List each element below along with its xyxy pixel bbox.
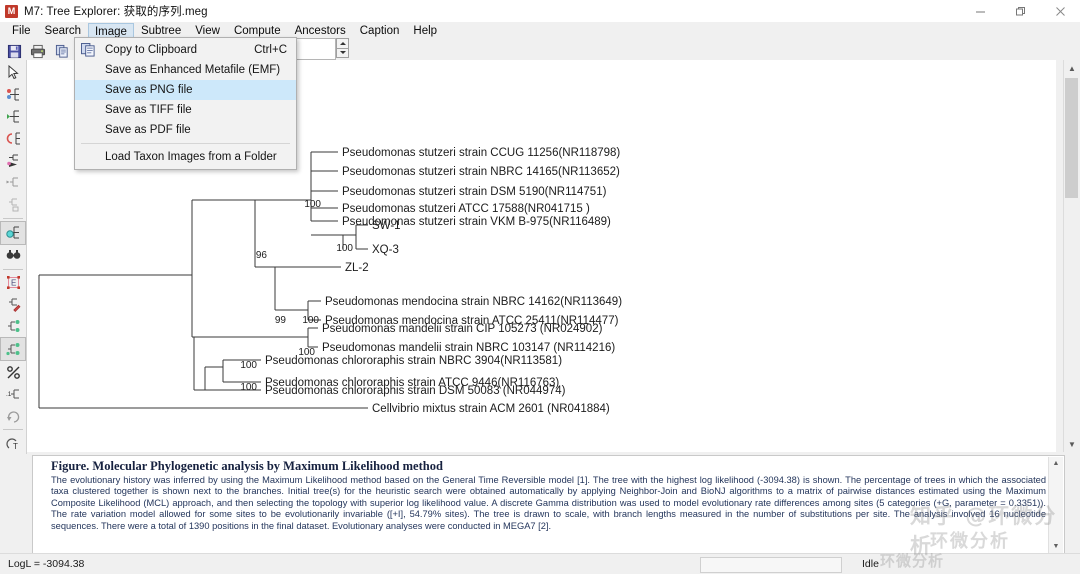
taxon-label[interactable]: Pseudomonas stutzeri strain DSM 5190(NR1… <box>342 186 607 198</box>
menu-item-label: Save as PDF file <box>105 124 191 136</box>
menu-item-save-as-pdf[interactable]: Save as PDF file <box>75 120 296 140</box>
branch-style-tool[interactable] <box>1 315 25 337</box>
caption-pane: Figure. Molecular Phylogenetic analysis … <box>32 455 1065 555</box>
canvas-vertical-scrollbar[interactable]: ▲ ▼ <box>1063 60 1080 452</box>
taxon-label[interactable]: Pseudomonas chlororaphis strain DSM 5008… <box>265 385 566 397</box>
compress-subtree-tool[interactable] <box>1 150 25 172</box>
taxon-label[interactable]: ZL-2 <box>345 262 369 274</box>
maximize-button[interactable] <box>1000 0 1040 22</box>
scrollbar-thumb[interactable] <box>1065 78 1078 198</box>
sidebar-separator-3 <box>3 429 23 431</box>
menu-item-shortcut: Ctrl+C <box>254 44 287 56</box>
menu-separator <box>81 143 290 144</box>
spinner-down-button[interactable] <box>336 47 349 58</box>
edit-box-tool[interactable]: E <box>1 271 25 293</box>
bootstrap-value: 100 <box>304 199 321 210</box>
menu-file[interactable]: File <box>5 22 38 40</box>
svg-text:E: E <box>11 278 16 287</box>
menu-item-load-taxon-images[interactable]: Load Taxon Images from a Folder <box>75 147 296 167</box>
taxon-label[interactable]: Pseudomonas mandelii strain CIP 105273 (… <box>322 323 603 335</box>
menu-help[interactable]: Help <box>406 22 444 40</box>
svg-text:T: T <box>13 442 18 451</box>
window-controls <box>960 0 1080 22</box>
taxon-label[interactable]: Pseudomonas stutzeri strain NBRC 14165(N… <box>342 166 620 178</box>
chevron-up-icon <box>339 41 346 45</box>
taxon-label[interactable]: Pseudomonas stutzeri strain CCUG 11256(N… <box>342 147 620 159</box>
caption-scrollbar[interactable]: ▲ ▼ <box>1048 457 1063 553</box>
bootstrap-value: 100 <box>336 243 353 254</box>
copy-icon <box>81 43 96 57</box>
save-icon[interactable] <box>3 41 25 61</box>
app-icon: M <box>5 4 18 18</box>
taxon-label[interactable]: Pseudomonas mandelii strain NBRC 103147 … <box>322 342 615 354</box>
edit-labels-tool[interactable] <box>1 293 25 315</box>
chevron-down-icon <box>339 51 346 55</box>
find-tool[interactable] <box>1 245 25 267</box>
status-bar: LogL = -3094.38 Idle <box>0 553 1080 574</box>
taxon-label[interactable]: XQ-3 <box>372 244 399 256</box>
bootstrap-value: 99 <box>275 315 287 326</box>
taxon-label[interactable]: Cellvibrio mixtus strain ACM 2601 (NR041… <box>372 403 610 415</box>
caption-title: Figure. Molecular Phylogenetic analysis … <box>51 459 443 473</box>
sidebar-separator-2 <box>3 268 23 270</box>
zoom-spinner[interactable] <box>336 38 349 58</box>
copy-icon[interactable] <box>51 41 73 61</box>
menu-item-copy-to-clipboard[interactable]: Copy to Clipboard Ctrl+C <box>75 40 296 60</box>
window-title: M7: Tree Explorer: 获取的序列.meg <box>24 6 208 18</box>
text-tool[interactable]: T <box>1 432 25 454</box>
node-style-tool[interactable] <box>0 337 26 362</box>
caption-content: Figure. Molecular Phylogenetic analysis … <box>51 459 1046 532</box>
spinner-up-button[interactable] <box>336 38 349 48</box>
taxon-marker-tool[interactable] <box>0 220 26 245</box>
svg-text:.1: .1 <box>6 391 12 398</box>
caption-body[interactable]: The evolutionary history was inferred by… <box>51 475 1046 532</box>
root-tree-tool[interactable] <box>1 128 25 150</box>
image-menu-dropdown: Copy to Clipboard Ctrl+C Save as Enhance… <box>74 37 297 170</box>
menu-item-label: Load Taxon Images from a Folder <box>105 151 277 163</box>
scroll-up-arrow-icon[interactable]: ▲ <box>1064 60 1080 76</box>
caption-scroll-down-icon[interactable]: ▼ <box>1049 540 1063 553</box>
bootstrap-value: 100 <box>240 382 257 393</box>
minimize-button[interactable] <box>960 0 1000 22</box>
print-icon[interactable] <box>27 41 49 61</box>
status-progress-box <box>700 557 842 573</box>
taxon-label[interactable]: SW-1 <box>372 220 401 232</box>
taxon-label[interactable]: Pseudomonas stutzeri ATCC 17588(NR041715… <box>342 203 590 215</box>
subtree-drawing-tool[interactable] <box>1 194 25 216</box>
undo-tool[interactable] <box>1 405 25 427</box>
pointer-tool[interactable] <box>1 62 25 84</box>
taxon-label[interactable]: Pseudomonas mendocina strain NBRC 14162(… <box>325 296 622 308</box>
expand-subtree-tool[interactable] <box>1 172 25 194</box>
tree-scale-tool[interactable]: .1 <box>1 383 25 405</box>
close-button[interactable] <box>1040 0 1080 22</box>
left-tool-sidebar: E .1 T <box>0 60 27 454</box>
menu-item-label: Save as TIFF file <box>105 104 192 116</box>
bootstrap-value: 100 <box>302 315 319 326</box>
bootstrap-value: 100 <box>240 360 257 371</box>
menu-item-save-as-png[interactable]: Save as PNG file <box>75 80 296 100</box>
menu-item-label: Copy to Clipboard <box>105 44 198 56</box>
status-state: Idle <box>862 558 879 570</box>
menu-item-save-as-emf[interactable]: Save as Enhanced Metafile (EMF) <box>75 60 296 80</box>
scroll-down-arrow-icon[interactable]: ▼ <box>1064 436 1080 452</box>
bootstrap-value: 96 <box>256 250 268 261</box>
tree-explorer-window: M M7: Tree Explorer: 获取的序列.meg File Sear… <box>0 0 1080 574</box>
sidebar-separator-1 <box>3 217 23 219</box>
bootstrap-value: 100 <box>298 347 315 358</box>
menu-caption[interactable]: Caption <box>353 22 407 40</box>
title-bar: M M7: Tree Explorer: 获取的序列.meg <box>0 0 1080 23</box>
status-logl: LogL = -3094.38 <box>8 558 85 570</box>
menu-item-save-as-tiff[interactable]: Save as TIFF file <box>75 100 296 120</box>
menu-item-label: Save as Enhanced Metafile (EMF) <box>105 64 281 76</box>
caption-scroll-up-icon[interactable]: ▲ <box>1049 457 1063 470</box>
flip-subtree-tool[interactable] <box>1 84 25 106</box>
scale-percent-tool[interactable] <box>1 361 25 383</box>
swap-subtree-tool[interactable] <box>1 106 25 128</box>
menu-item-label: Save as PNG file <box>105 84 193 96</box>
